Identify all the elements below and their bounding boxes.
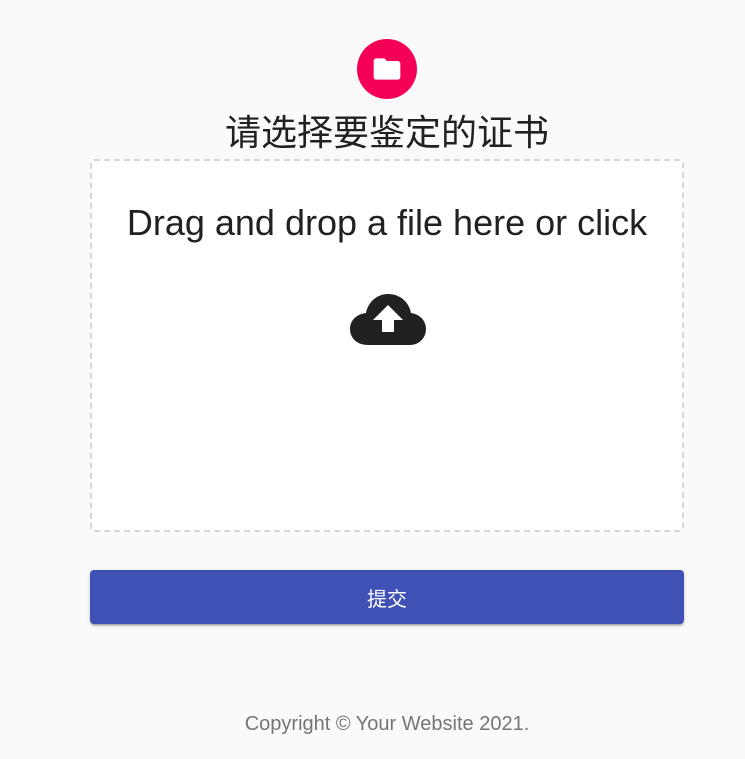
page-title: 请选择要鉴定的证书	[224, 113, 549, 154]
folder-avatar	[357, 39, 417, 99]
submit-button[interactable]: 提交	[90, 570, 684, 624]
copyright-text: Copyright © Your Website 2021.	[244, 713, 530, 735]
folder-icon	[371, 53, 403, 85]
dropzone-prompt: Drag and drop a file here or click	[126, 202, 648, 243]
cloud-upload-icon	[348, 289, 428, 349]
file-dropzone[interactable]: Drag and drop a file here or click	[90, 159, 684, 532]
